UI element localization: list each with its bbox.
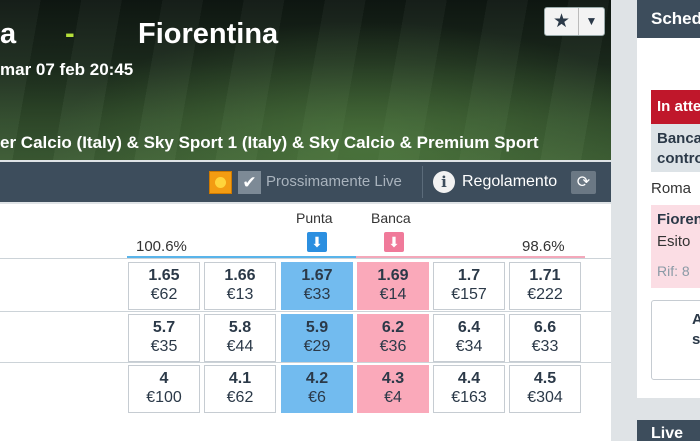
back-column-label: Punta — [296, 210, 333, 226]
odds-price: 5.7 — [152, 319, 176, 336]
odds-amount: €34 — [455, 338, 483, 355]
odds-amount: €6 — [308, 389, 326, 406]
odds-cell[interactable]: 1.66 €13 — [204, 262, 276, 310]
event-header: a - Fiorentina mar 07 feb 20:45 er Calci… — [0, 0, 611, 160]
odds-price: 6.2 — [381, 319, 405, 336]
odds-cell[interactable]: 5.9 €29 — [281, 314, 353, 362]
pending-bar: In attesa — [651, 90, 700, 124]
lay-against-row: Banca contro — [651, 124, 700, 172]
odds-price: 4.2 — [305, 370, 329, 387]
lay-arrow-icon: ⬇ — [384, 232, 404, 252]
odds-price: 6.6 — [533, 319, 557, 336]
odds-cell[interactable]: 1.71 €222 — [509, 262, 581, 310]
odds-cell[interactable]: 4 €100 — [128, 365, 200, 413]
bet-selection: Fiorentina — [657, 211, 700, 228]
tv-channels: er Calcio (Italy) & Sky Sport 1 (Italy) … — [0, 133, 539, 152]
lay-overround: 98.6% — [522, 238, 565, 255]
lay-column-label: Banca — [371, 210, 411, 226]
odds-cell[interactable]: 1.67 €33 — [281, 262, 353, 310]
betslip-match: Roma — [651, 180, 692, 197]
odds-cell[interactable]: 4.1 €62 — [204, 365, 276, 413]
odds-price: 4 — [159, 370, 169, 387]
back-overround: 100.6% — [136, 238, 187, 255]
odds-amount: €62 — [150, 286, 178, 303]
betslip-bet[interactable]: Fiorentina Esito — [651, 205, 700, 258]
odds-cell[interactable]: 4.2 €6 — [281, 365, 353, 413]
odds-cell[interactable]: 4.3 €4 — [357, 365, 429, 413]
betslip-action-line2: s — [692, 331, 700, 348]
checkbox-icon[interactable]: ✔ — [238, 171, 261, 194]
lay-against-line2: contro — [657, 150, 700, 167]
bet-reference: Rif: 8 — [651, 258, 700, 288]
betslip-action-button[interactable]: A s — [651, 300, 700, 380]
pending-label: In attesa — [657, 98, 700, 115]
betslip-header: Schedina — [637, 0, 700, 38]
row-divider — [0, 362, 611, 363]
odds-price: 1.7 — [457, 267, 481, 284]
odds-amount: €35 — [150, 338, 178, 355]
odds-price: 4.5 — [533, 370, 557, 387]
odds-price: 5.8 — [228, 319, 252, 336]
odds-amount: €14 — [379, 286, 407, 303]
odds-amount: €33 — [531, 338, 559, 355]
odds-cell[interactable]: 6.2 €36 — [357, 314, 429, 362]
team-separator: - — [65, 18, 75, 50]
odds-cell[interactable]: 1.65 €62 — [128, 262, 200, 310]
odds-amount: €157 — [451, 286, 487, 303]
coming-live-label[interactable]: Prossimamente Live — [266, 173, 402, 190]
bet-outcome: Esito — [657, 233, 691, 250]
bet-reference-text: Rif: 8 — [657, 263, 690, 279]
caret-down-icon[interactable]: ▼ — [579, 8, 604, 35]
favourite-button[interactable]: ★ ▼ — [544, 7, 605, 36]
back-arrow-icon: ⬇ — [307, 232, 327, 252]
odds-price: 4.1 — [228, 370, 252, 387]
odds-cell[interactable]: 5.7 €35 — [128, 314, 200, 362]
odds-amount: €36 — [379, 338, 407, 355]
odds-price: 1.65 — [148, 267, 180, 284]
row-divider — [0, 311, 611, 312]
odds-cell[interactable]: 1.69 €14 — [357, 262, 429, 310]
toolbar-divider — [422, 166, 423, 198]
odds-price: 1.71 — [529, 267, 561, 284]
odds-amount: €304 — [527, 389, 563, 406]
betslip-title: Schedina — [651, 9, 700, 28]
star-icon[interactable]: ★ — [545, 8, 579, 35]
lay-against-line1: Banca — [657, 130, 700, 147]
odds-price: 1.69 — [377, 267, 409, 284]
info-icon[interactable]: i — [433, 171, 455, 193]
odds-price: 5.9 — [305, 319, 329, 336]
away-team-name: Fiorentina — [138, 18, 279, 50]
odds-amount: €13 — [226, 286, 254, 303]
odds-cell[interactable]: 1.7 €157 — [433, 262, 505, 310]
odds-amount: €100 — [146, 389, 182, 406]
odds-cell[interactable]: 6.4 €34 — [433, 314, 505, 362]
live-title: Live — [651, 425, 684, 441]
odds-price: 4.3 — [381, 370, 405, 387]
home-team-name: a — [0, 18, 17, 50]
live-header: Live — [637, 420, 700, 441]
betslip-action-line1: A — [692, 311, 700, 328]
odds-amount: €44 — [226, 338, 254, 355]
odds-amount: €29 — [303, 338, 331, 355]
sun-icon[interactable] — [209, 171, 232, 194]
odds-price: 1.67 — [301, 267, 333, 284]
odds-price: 1.66 — [224, 267, 256, 284]
odds-amount: €62 — [226, 389, 254, 406]
odds-price: 4.4 — [457, 370, 481, 387]
row-divider — [0, 258, 611, 259]
odds-price: 6.4 — [457, 319, 481, 336]
rules-link[interactable]: Regolamento — [462, 173, 557, 191]
odds-cell[interactable]: 4.4 €163 — [433, 365, 505, 413]
odds-amount: €33 — [303, 286, 331, 303]
odds-amount: €4 — [384, 389, 402, 406]
odds-cell[interactable]: 5.8 €44 — [204, 314, 276, 362]
odds-cell[interactable]: 6.6 €33 — [509, 314, 581, 362]
odds-amount: €163 — [451, 389, 487, 406]
odds-amount: €222 — [527, 286, 563, 303]
refresh-icon[interactable]: ⟳ — [571, 171, 596, 194]
odds-cell[interactable]: 4.5 €304 — [509, 365, 581, 413]
event-datetime: mar 07 feb 20:45 — [0, 60, 134, 79]
